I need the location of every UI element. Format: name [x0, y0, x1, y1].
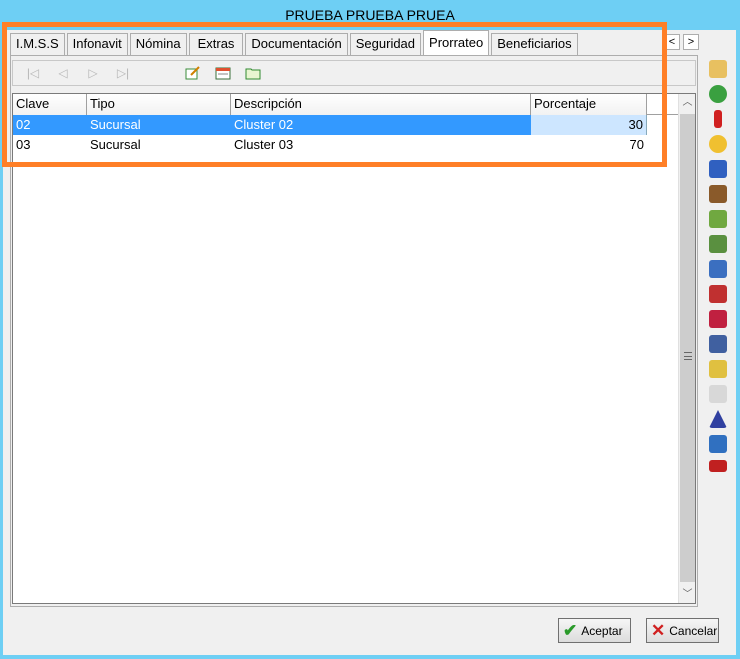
user-list-icon[interactable] — [709, 235, 727, 253]
tab-seguridad[interactable]: Seguridad — [349, 33, 422, 55]
ambulance-icon[interactable] — [709, 460, 727, 472]
users-group-icon[interactable] — [709, 310, 727, 328]
tab-infonavit[interactable]: Infonavit — [66, 33, 128, 55]
prorrateo-grid[interactable]: Clave Tipo Descripción Porcentaje 02 Suc… — [12, 93, 696, 604]
tab-beneficiarios[interactable]: Beneficiarios — [491, 33, 578, 55]
tab-prorrateo[interactable]: Prorrateo — [423, 30, 490, 55]
table-row[interactable]: 02 Sucursal Cluster 02 30 — [13, 115, 695, 135]
close-icon: ✕ — [651, 620, 666, 640]
column-header-porcentaje[interactable]: Porcentaje — [531, 94, 647, 115]
last-record-icon[interactable]: ▷| — [108, 62, 138, 84]
cell-tipo[interactable]: Sucursal — [87, 135, 231, 155]
tab-strip: I.M.S.S Infonavit Nómina Extras Document… — [10, 30, 580, 55]
accept-button[interactable]: ✔ Aceptar — [558, 618, 631, 643]
clipboard-icon[interactable] — [709, 360, 727, 378]
copy-documents-icon[interactable] — [709, 385, 727, 403]
tab-extras[interactable]: Extras — [188, 33, 244, 55]
column-header-tipo[interactable]: Tipo — [87, 94, 231, 115]
cancel-label: Cancelar — [669, 623, 718, 638]
edit-record-icon[interactable] — [178, 62, 208, 84]
books-icon[interactable] — [709, 185, 727, 203]
alarm-clock-icon[interactable] — [709, 135, 727, 153]
cell-tipo[interactable]: Sucursal — [87, 115, 231, 135]
warning-triangle-icon[interactable] — [709, 410, 727, 428]
table-icon[interactable] — [709, 435, 727, 453]
scroll-up-icon[interactable]: ︿ — [679, 94, 696, 111]
tab-documentacion[interactable]: Documentación — [245, 33, 348, 55]
envelope-icon[interactable] — [709, 60, 727, 78]
user-card-icon[interactable] — [709, 210, 727, 228]
cell-descripcion[interactable]: Cluster 02 — [231, 115, 531, 135]
tab-imss[interactable]: I.M.S.S — [10, 33, 65, 55]
prior-record-icon[interactable]: ◁ — [48, 62, 78, 84]
column-header-descripcion[interactable]: Descripción — [231, 94, 531, 115]
grid-header: Clave Tipo Descripción Porcentaje — [13, 94, 695, 115]
table-row[interactable]: 03 Sucursal Cluster 03 70 — [13, 135, 695, 155]
check-icon: ✔ — [563, 620, 578, 640]
person-remove-icon[interactable] — [709, 160, 727, 178]
cell-descripcion[interactable]: Cluster 03 — [231, 135, 531, 155]
user-flag-icon[interactable] — [709, 285, 727, 303]
next-record-icon[interactable]: ▷ — [78, 62, 108, 84]
cell-clave[interactable]: 03 — [13, 135, 87, 155]
scroll-down-icon[interactable]: ﹀ — [679, 586, 696, 603]
tab-nomina[interactable]: Nómina — [129, 33, 187, 55]
window-title: PRUEBA PRUEBA PRUEA — [0, 0, 740, 30]
accessibility-icon[interactable] — [709, 85, 727, 103]
cell-porcentaje[interactable]: 30 — [531, 115, 647, 135]
accept-label: Aceptar — [581, 623, 623, 638]
record-navigator: |◁ ◁ ▷ ▷| — [12, 60, 696, 86]
cancel-button[interactable]: ✕ Cancelar — [646, 618, 719, 643]
tab-scroll-right-button[interactable]: > — [683, 34, 699, 50]
action-sidebar — [706, 60, 730, 479]
scroll-thumb[interactable] — [680, 114, 695, 582]
user-documents-icon[interactable] — [709, 260, 727, 278]
cell-porcentaje[interactable]: 70 — [531, 135, 647, 155]
folder-icon[interactable] — [238, 62, 268, 84]
tab-scroll-left-button[interactable]: < — [664, 34, 680, 50]
user-report-icon[interactable] — [709, 335, 727, 353]
column-header-clave[interactable]: Clave — [13, 94, 87, 115]
vertical-scrollbar[interactable]: ︿ ﹀ — [678, 94, 695, 603]
insert-record-icon[interactable] — [208, 62, 238, 84]
first-record-icon[interactable]: |◁ — [18, 62, 48, 84]
cell-clave[interactable]: 02 — [13, 115, 87, 135]
person-red-icon[interactable] — [714, 110, 722, 128]
